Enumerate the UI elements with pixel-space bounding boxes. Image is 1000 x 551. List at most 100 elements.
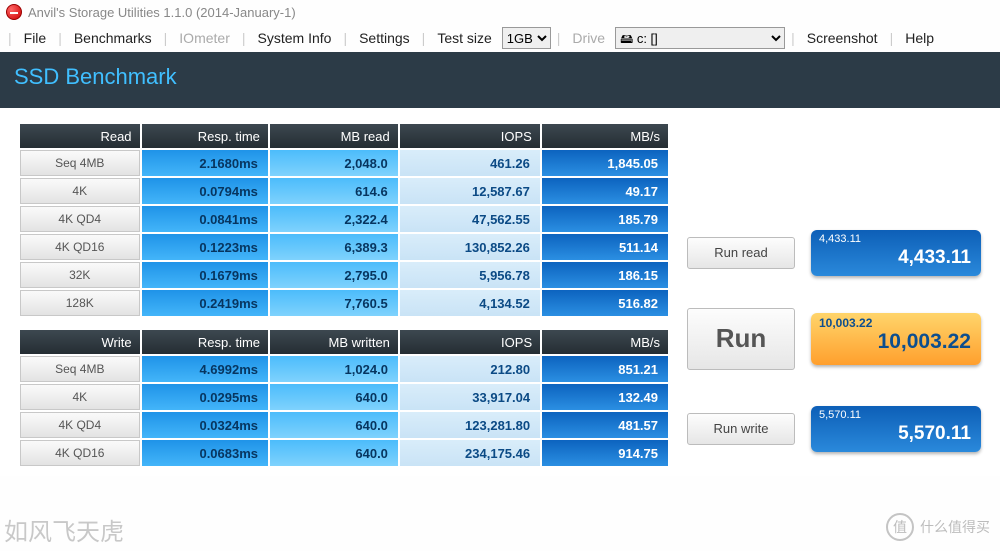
- window-title: Anvil's Storage Utilities 1.1.0 (2014-Ja…: [28, 5, 296, 20]
- table-row: 32K0.1679ms2,795.05,956.78186.15: [20, 262, 668, 288]
- row-label[interactable]: Seq 4MB: [20, 150, 140, 176]
- cell-mbs: 511.14: [542, 234, 668, 260]
- cell-mb: 640.0: [270, 440, 398, 466]
- cell-resp: 0.0794ms: [142, 178, 268, 204]
- cell-resp: 0.2419ms: [142, 290, 268, 316]
- row-label[interactable]: 32K: [20, 262, 140, 288]
- table-row: 4K0.0295ms640.033,917.04132.49: [20, 384, 668, 410]
- content-area: Read Resp. time MB read IOPS MB/s Seq 4M…: [0, 108, 1000, 476]
- test-size-select[interactable]: 1GB: [502, 27, 551, 49]
- watermark-right: 值 什么值得买: [886, 513, 990, 541]
- cell-mb: 2,795.0: [270, 262, 398, 288]
- cell-iops: 123,281.80: [400, 412, 540, 438]
- cell-iops: 47,562.55: [400, 206, 540, 232]
- menu-settings[interactable]: Settings: [353, 28, 416, 48]
- separator: |: [58, 30, 62, 46]
- run-total-row: Run 10,003.22 10,003.22: [687, 308, 981, 370]
- cell-mbs: 49.17: [542, 178, 668, 204]
- menu-toolbar: | File | Benchmarks | IOmeter | System I…: [0, 24, 1000, 52]
- table-row: 4K QD40.0841ms2,322.447,562.55185.79: [20, 206, 668, 232]
- row-label[interactable]: 128K: [20, 290, 140, 316]
- cell-iops: 130,852.26: [400, 234, 540, 260]
- read-col-mb: MB read: [270, 124, 398, 148]
- menu-file[interactable]: File: [18, 28, 53, 48]
- table-row: 4K QD40.0324ms640.0123,281.80481.57: [20, 412, 668, 438]
- row-label[interactable]: 4K: [20, 178, 140, 204]
- run-read-button[interactable]: Run read: [687, 237, 795, 269]
- cell-mbs: 481.57: [542, 412, 668, 438]
- write-col-iops: IOPS: [400, 330, 540, 354]
- cell-mbs: 851.21: [542, 356, 668, 382]
- cell-mbs: 185.79: [542, 206, 668, 232]
- read-col-resp: Resp. time: [142, 124, 268, 148]
- total-score-card: 10,003.22 10,003.22: [811, 313, 981, 365]
- cell-mb: 2,322.4: [270, 206, 398, 232]
- app-icon: [6, 4, 22, 20]
- table-row: Seq 4MB4.6992ms1,024.0212.80851.21: [20, 356, 668, 382]
- write-table: Write Resp. time MB written IOPS MB/s Se…: [18, 328, 670, 468]
- row-label[interactable]: 4K: [20, 384, 140, 410]
- cell-iops: 212.80: [400, 356, 540, 382]
- menu-system-info[interactable]: System Info: [252, 28, 338, 48]
- separator: |: [557, 30, 561, 46]
- cell-resp: 0.0295ms: [142, 384, 268, 410]
- cell-resp: 2.1680ms: [142, 150, 268, 176]
- cell-mb: 2,048.0: [270, 150, 398, 176]
- test-size-label: Test size: [431, 28, 497, 48]
- cell-iops: 12,587.67: [400, 178, 540, 204]
- watermark-left: 如风飞天虎: [4, 512, 124, 547]
- tables-column: Read Resp. time MB read IOPS MB/s Seq 4M…: [18, 122, 673, 468]
- row-label[interactable]: 4K QD16: [20, 440, 140, 466]
- run-write-button[interactable]: Run write: [687, 413, 795, 445]
- cell-mbs: 516.82: [542, 290, 668, 316]
- cell-iops: 461.26: [400, 150, 540, 176]
- menu-help[interactable]: Help: [899, 28, 940, 48]
- write-col-label: Write: [20, 330, 140, 354]
- read-score-small: 4,433.11: [819, 233, 861, 245]
- cell-iops: 33,917.04: [400, 384, 540, 410]
- separator: |: [791, 30, 795, 46]
- write-score-big: 5,570.11: [821, 423, 971, 445]
- cell-mbs: 914.75: [542, 440, 668, 466]
- row-label[interactable]: Seq 4MB: [20, 356, 140, 382]
- page-header: SSD Benchmark: [0, 52, 1000, 108]
- separator: |: [8, 30, 12, 46]
- menu-screenshot[interactable]: Screenshot: [801, 28, 884, 48]
- page-title: SSD Benchmark: [14, 64, 177, 89]
- drive-select[interactable]: 🖴 c: []: [615, 27, 785, 49]
- read-col-label: Read: [20, 124, 140, 148]
- cell-mbs: 186.15: [542, 262, 668, 288]
- drive-label: Drive: [566, 28, 611, 48]
- write-col-mb: MB written: [270, 330, 398, 354]
- row-label[interactable]: 4K QD16: [20, 234, 140, 260]
- cell-iops: 5,956.78: [400, 262, 540, 288]
- write-header-row: Write Resp. time MB written IOPS MB/s: [20, 330, 668, 354]
- cell-resp: 0.0683ms: [142, 440, 268, 466]
- cell-resp: 0.0324ms: [142, 412, 268, 438]
- row-label[interactable]: 4K QD4: [20, 206, 140, 232]
- table-row: 4K0.0794ms614.612,587.6749.17: [20, 178, 668, 204]
- separator: |: [422, 30, 426, 46]
- cell-iops: 234,175.46: [400, 440, 540, 466]
- read-score-big: 4,433.11: [821, 247, 971, 269]
- write-score-card: 5,570.11 5,570.11: [811, 406, 981, 452]
- cell-mb: 640.0: [270, 384, 398, 410]
- cell-mbs: 1,845.05: [542, 150, 668, 176]
- table-row: 4K QD160.0683ms640.0234,175.46914.75: [20, 440, 668, 466]
- watermark-text: 什么值得买: [920, 517, 990, 537]
- read-table: Read Resp. time MB read IOPS MB/s Seq 4M…: [18, 122, 670, 318]
- menu-benchmarks[interactable]: Benchmarks: [68, 28, 158, 48]
- write-score-small: 5,570.11: [819, 409, 861, 421]
- separator: |: [343, 30, 347, 46]
- write-col-resp: Resp. time: [142, 330, 268, 354]
- cell-mb: 640.0: [270, 412, 398, 438]
- run-column: Run read 4,433.11 4,433.11 Run 10,003.22…: [687, 122, 986, 468]
- read-header-row: Read Resp. time MB read IOPS MB/s: [20, 124, 668, 148]
- cell-resp: 0.0841ms: [142, 206, 268, 232]
- read-col-mbs: MB/s: [542, 124, 668, 148]
- run-button[interactable]: Run: [687, 308, 795, 370]
- watermark-icon: 值: [886, 513, 914, 541]
- row-label[interactable]: 4K QD4: [20, 412, 140, 438]
- menu-iometer[interactable]: IOmeter: [173, 28, 236, 48]
- total-score-big: 10,003.22: [821, 330, 971, 354]
